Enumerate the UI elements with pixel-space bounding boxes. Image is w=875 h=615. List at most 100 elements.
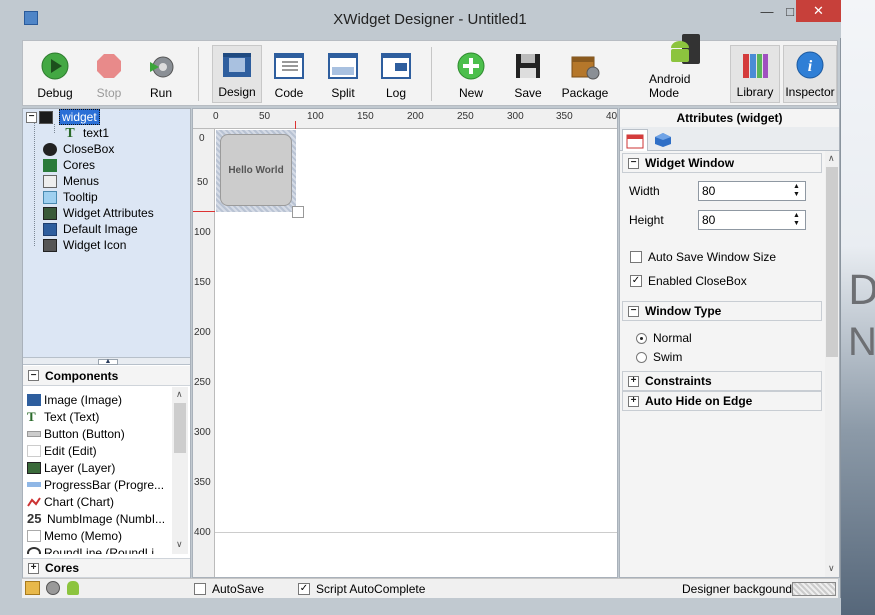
collapse-up-icon[interactable]: ▲ [98,358,118,365]
menu-icon [43,174,57,188]
tree-item-menus[interactable]: Menus [43,173,99,189]
collapse-icon[interactable]: − [628,157,639,169]
height-field[interactable]: 80 ▲ ▼ [698,210,806,230]
resize-handle-icon[interactable] [292,206,304,218]
widget-icon-icon [43,238,57,252]
component-progressbar[interactable]: ProgressBar (Progre... [27,476,164,493]
radio-swim[interactable]: Swim [636,350,682,364]
plus-icon [456,51,486,81]
script-autocomplete-checkbox[interactable]: ✓ Script AutoComplete [298,582,425,596]
component-chart[interactable]: Chart (Chart) [27,493,114,510]
inspector-button[interactable]: i Inspector [783,45,837,103]
design-button[interactable]: Design [212,45,262,103]
log-button[interactable]: Log [376,45,416,103]
stop-button[interactable]: Stop [89,45,129,103]
split-button[interactable]: Split [322,45,364,103]
play-icon [40,51,70,81]
design-canvas[interactable]: 0 50 100 150 200 250 300 350 40 0 50 100… [192,108,618,578]
expand-icon[interactable]: + [628,395,639,407]
text-icon: T [65,125,75,141]
group-auto-hide[interactable]: + Auto Hide on Edge [622,391,822,411]
designer-background-swatch[interactable] [792,582,836,596]
scroll-up-icon[interactable]: ∧ [828,153,835,164]
components-scrollbar[interactable]: ∧ ∨ [172,387,188,554]
group-constraints[interactable]: + Constraints [622,371,822,391]
tree-item-widget-icon[interactable]: Widget Icon [43,237,126,253]
save-button[interactable]: Save [508,45,548,103]
component-numbimage[interactable]: 25 NumbImage (NumbI... [27,510,165,527]
object-tree: − widget T text1 CloseBox Cores Menus To… [23,109,190,357]
tree-item-closebox[interactable]: CloseBox [43,141,114,157]
component-layer[interactable]: Layer (Layer) [27,459,115,476]
radio-normal[interactable]: Normal [636,331,692,345]
tree-item-widget-attributes[interactable]: Widget Attributes [43,205,154,221]
tree-item-text1[interactable]: T text1 [63,125,109,141]
auto-save-size-checkbox[interactable]: Auto Save Window Size [630,250,776,264]
android-icon[interactable] [67,581,79,595]
android-mode-button[interactable]: Android Mode [649,34,721,103]
components-list: Image (Image) T Text (Text) Button (Butto… [23,387,190,554]
attributes-body: − Widget Window Width 80 ▲ ▼ Height 80 ▲ ▼ Au… [620,151,825,577]
left-panel: − widget T text1 CloseBox Cores Menus To… [22,108,191,578]
widget-preview[interactable]: Hello World [220,134,292,206]
enabled-closebox-checkbox[interactable]: ✓ Enabled CloseBox [630,274,747,288]
library-button[interactable]: Library [730,45,780,103]
cores-header[interactable]: + Cores [23,558,190,578]
autosave-checkbox[interactable]: AutoSave [194,582,264,596]
collapse-icon[interactable]: − [628,305,639,317]
attributes-scrollbar[interactable]: ∧ ∨ [825,151,839,577]
tree-item-cores[interactable]: Cores [43,157,95,173]
expand-icon[interactable]: + [628,375,639,387]
scroll-up-icon[interactable]: ∧ [176,389,183,400]
tree-item-default-image[interactable]: Default Image [43,221,138,237]
attributes-icon [43,206,57,220]
component-memo[interactable]: Memo (Memo) [27,527,122,544]
collapse-icon[interactable]: − [28,370,39,381]
spinner-icon[interactable]: ▲ ▼ [793,212,803,228]
chart-icon [27,496,41,508]
scroll-down-icon[interactable]: ∨ [828,563,835,574]
attributes-panel: Attributes (widget) − Widget Window Width… [619,108,840,578]
components-header[interactable]: − Components [23,366,190,386]
tab-cube[interactable] [650,129,676,151]
progressbar-icon [27,482,41,487]
width-field[interactable]: 80 ▲ ▼ [698,181,806,201]
roundline-icon [27,546,41,554]
expand-icon[interactable]: + [28,562,39,574]
component-roundline[interactable]: RoundLine (RoundLi... [27,544,164,554]
horizontal-ruler: 0 50 100 150 200 250 300 350 40 [193,109,617,129]
component-text[interactable]: T Text (Text) [27,408,99,425]
run-button[interactable]: Run [141,45,181,103]
close-button[interactable]: ✕ [796,0,841,22]
folder-icon[interactable] [25,581,40,595]
image-icon [43,222,57,236]
image-icon [27,393,41,406]
tree-item-widget[interactable]: − widget [26,109,100,125]
group-widget-window[interactable]: − Widget Window [622,153,822,173]
panel-splitter[interactable]: ▲ [23,357,190,365]
tree-item-tooltip[interactable]: Tooltip [43,189,98,205]
gear-icon[interactable] [46,581,60,595]
component-edit[interactable]: Edit (Edit) [27,442,97,459]
group-window-type[interactable]: − Window Type [622,301,822,321]
edit-icon [27,444,41,457]
title-bar: XWidget Designer - Untitled1 — □ ✕ [0,0,841,38]
collapse-icon[interactable]: − [26,111,37,123]
stop-icon [94,51,124,81]
canvas-widget[interactable]: Hello World [216,130,296,212]
scroll-thumb[interactable] [174,403,186,453]
vertical-ruler: 0 50 100 150 200 250 300 350 400 [193,129,215,577]
tab-calendar[interactable] [622,129,648,151]
code-button[interactable]: Code [269,45,309,103]
component-button[interactable]: Button (Button) [27,425,125,442]
component-image[interactable]: Image (Image) [27,391,122,408]
log-icon [381,51,411,81]
scroll-thumb[interactable] [826,167,838,357]
debug-button[interactable]: Debug [33,45,77,103]
new-button[interactable]: New [451,45,491,103]
spinner-icon[interactable]: ▲ ▼ [793,183,803,199]
number-icon: 25 [27,510,42,526]
package-button[interactable]: Package [561,45,609,103]
scroll-down-icon[interactable]: ∨ [176,539,183,550]
library-icon [740,50,770,80]
